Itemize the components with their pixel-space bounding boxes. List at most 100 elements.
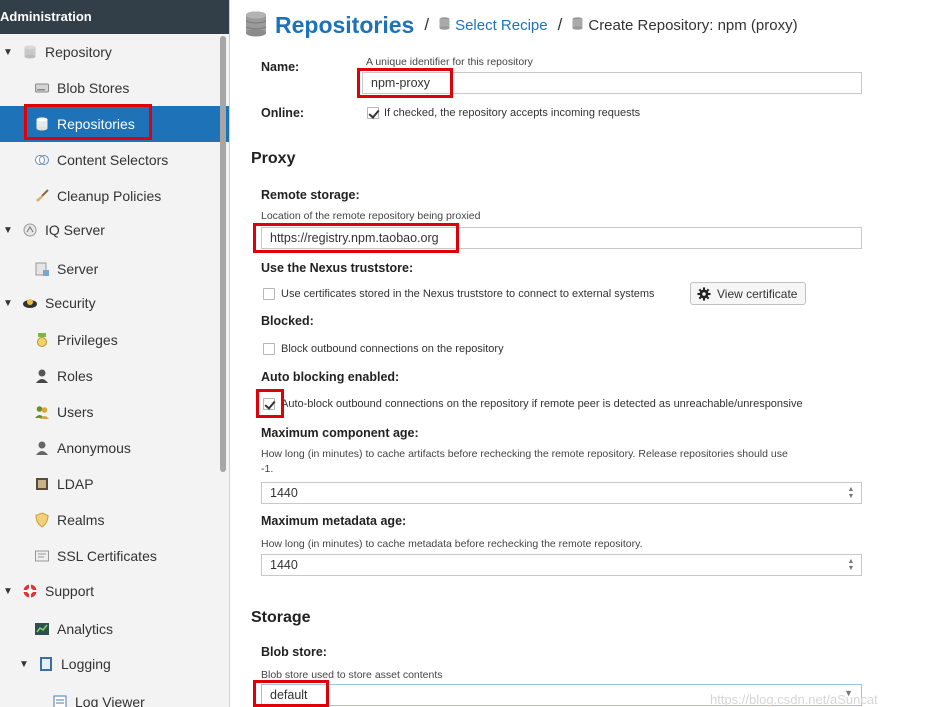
expand-arrow-icon[interactable]: ▼: [18, 659, 30, 670]
sidebar-scrollbar[interactable]: [220, 36, 226, 472]
sidebar-item-privileges[interactable]: Privileges: [0, 322, 229, 358]
name-help: A unique identifier for this repository: [366, 56, 533, 68]
proxy-section-title: Proxy: [251, 150, 296, 167]
sidebar-item-label: Roles: [57, 368, 93, 384]
max-metadata-age-value: 1440: [270, 558, 298, 572]
sidebar-item-analytics[interactable]: Analytics: [0, 611, 229, 647]
breadcrumb-current: Create Repository: npm (proxy): [588, 16, 798, 34]
log-viewer-icon: [52, 694, 68, 707]
expand-arrow-icon[interactable]: ▼: [2, 586, 14, 597]
truststore-label: Use the Nexus truststore:: [261, 261, 414, 275]
sidebar-item-label: SSL Certificates: [57, 548, 157, 564]
expand-arrow-icon[interactable]: ▼: [2, 47, 14, 58]
sidebar-item-ssl-certificates[interactable]: SSL Certificates: [0, 538, 229, 574]
truststore-checkbox[interactable]: [263, 288, 275, 300]
auto-blocking-label: Auto blocking enabled:: [261, 370, 400, 384]
sidebar-item-label: Repository: [45, 44, 112, 60]
remote-storage-help: Location of the remote repository being …: [261, 210, 481, 222]
sidebar-item-ldap[interactable]: LDAP: [0, 466, 229, 502]
auto-blocking-description: Auto-block outbound connections on the r…: [281, 398, 803, 410]
max-metadata-age-input[interactable]: 1440 ▲ ▼: [261, 554, 862, 576]
server-icon: [34, 261, 50, 277]
sidebar-item-blob-stores[interactable]: Blob Stores: [0, 70, 229, 106]
blocked-checkbox[interactable]: [263, 343, 275, 355]
sidebar-item-content-selectors[interactable]: Content Selectors: [0, 142, 229, 178]
sidebar-group-repository[interactable]: ▼ Repository: [0, 34, 229, 70]
sidebar-item-label: Realms: [57, 512, 105, 528]
view-certificate-button[interactable]: View certificate: [690, 282, 807, 305]
sidebar-item-label: Logging: [61, 656, 111, 672]
sidebar-item-cleanup-policies[interactable]: Cleanup Policies: [0, 178, 229, 214]
blob-store-value: default: [270, 688, 308, 702]
database-icon: [22, 44, 38, 60]
sidebar-header: Administration: [0, 0, 229, 34]
sidebar-item-users[interactable]: Users: [0, 394, 229, 430]
breadcrumb-select-recipe-link[interactable]: Select Recipe: [455, 17, 548, 34]
max-component-age-input[interactable]: 1440 ▲ ▼: [261, 482, 862, 504]
sidebar-item-label: Blob Stores: [57, 80, 130, 96]
sidebar-item-label: Log Viewer: [75, 694, 145, 707]
remote-storage-label: Remote storage:: [261, 188, 360, 202]
users-icon: [34, 404, 50, 420]
database-icon: [439, 17, 450, 33]
sidebar-group-support[interactable]: ▼ Support: [0, 573, 229, 609]
breadcrumb-separator: /: [557, 15, 563, 34]
sidebar-item-roles[interactable]: Roles: [0, 358, 229, 394]
sidebar-item-realms[interactable]: Realms: [0, 502, 229, 538]
auto-blocking-checkbox[interactable]: [263, 398, 275, 410]
sidebar-item-label: Users: [57, 404, 94, 420]
database-icon: [572, 17, 583, 33]
sidebar-item-server[interactable]: Server: [0, 251, 229, 287]
number-spinner-icon[interactable]: ▲ ▼: [847, 486, 855, 500]
online-label: Online:: [261, 106, 305, 120]
breadcrumb: Repositories / Select Recipe / Create Re…: [231, 0, 928, 50]
security-icon: [22, 295, 38, 311]
online-checkbox[interactable]: [367, 107, 379, 119]
repository-form: Name: A unique identifier for this repos…: [231, 50, 928, 707]
max-component-age-label: Maximum component age:: [261, 426, 419, 440]
sidebar-item-label: Repositories: [57, 116, 135, 132]
max-component-age-help-cont: -1.: [261, 463, 274, 475]
content-selector-icon: [34, 152, 50, 168]
blob-store-label: Blob store:: [261, 645, 327, 659]
blocked-label: Blocked:: [261, 314, 314, 328]
number-spinner-icon[interactable]: ▲ ▼: [847, 558, 855, 572]
online-description: If checked, the repository accepts incom…: [384, 107, 641, 119]
sidebar-item-anonymous[interactable]: Anonymous: [0, 430, 229, 466]
sidebar-group-iq-server[interactable]: ▼ IQ Server: [0, 212, 229, 248]
ldap-book-icon: [34, 476, 50, 492]
iq-icon: [22, 222, 38, 238]
blob-store-help: Blob store used to store asset contents: [261, 669, 443, 681]
hard-drive-icon: [34, 80, 50, 96]
max-component-age-value: 1440: [270, 486, 298, 500]
gear-icon: [697, 286, 711, 301]
breadcrumb-separator: /: [424, 15, 430, 34]
sidebar-item-label: Security: [45, 295, 96, 311]
log-icon: [38, 656, 54, 672]
sidebar-item-label: Server: [57, 261, 99, 277]
storage-section-title: Storage: [251, 609, 311, 626]
truststore-description: Use certificates stored in the Nexus tru…: [281, 288, 655, 300]
expand-arrow-icon[interactable]: ▼: [2, 298, 14, 309]
shield-icon: [34, 512, 50, 528]
name-input[interactable]: npm-proxy: [362, 72, 862, 94]
expand-arrow-icon[interactable]: ▼: [2, 225, 14, 236]
blocked-description: Block outbound connections on the reposi…: [281, 343, 504, 355]
sidebar-group-logging[interactable]: ▼ Logging: [0, 646, 229, 682]
page-title[interactable]: Repositories: [275, 12, 414, 39]
broom-icon: [34, 188, 50, 204]
sidebar-item-label: Privileges: [57, 332, 118, 348]
sidebar-item-label: Support: [45, 583, 95, 599]
sidebar-item-label: Cleanup Policies: [57, 188, 162, 204]
remote-storage-input[interactable]: https://registry.npm.taobao.org: [261, 227, 862, 249]
analytics-icon: [34, 621, 50, 637]
sidebar-item-log-viewer[interactable]: Log Viewer: [0, 684, 229, 707]
medal-icon: [34, 332, 50, 348]
user-role-icon: [34, 368, 50, 384]
certificate-icon: [34, 548, 50, 564]
watermark: https://blog.csdn.net/aSuncat: [710, 692, 878, 707]
sidebar-group-security[interactable]: ▼ Security: [0, 285, 229, 321]
sidebar-item-repositories[interactable]: Repositories: [0, 106, 229, 142]
sidebar-item-label: Analytics: [57, 621, 114, 637]
lifebuoy-icon: [22, 583, 38, 599]
